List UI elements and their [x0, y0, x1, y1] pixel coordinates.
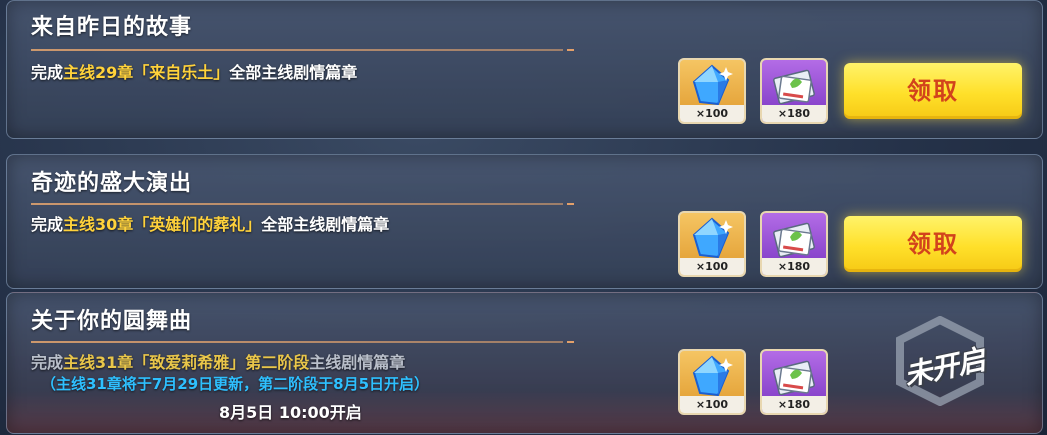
- quest-description: 完成主线29章「来自乐土」全部主线剧情篇章: [31, 63, 358, 82]
- quest-description: 完成主线30章「英雄们的葬礼」全部主线剧情篇章: [31, 215, 390, 234]
- crystal-icon: [692, 217, 733, 259]
- reward-crystal[interactable]: ×100: [678, 349, 746, 415]
- quest-title: 关于你的圆舞曲: [31, 309, 193, 334]
- update-note: （主线31章将于7月29日更新，第二阶段于8月5日开启）: [41, 375, 430, 393]
- divider: [31, 49, 563, 51]
- reward-crystal[interactable]: ×100: [678, 211, 746, 277]
- divider-dot: [567, 341, 574, 343]
- divider-dot: [567, 203, 574, 205]
- quest-description: 完成主线31章「致爱莉希雅」第二阶段主线剧情篇章: [31, 353, 406, 372]
- reward-quantity: ×100: [680, 105, 744, 122]
- reward-ticket[interactable]: ×180: [760, 211, 828, 277]
- reward-quantity: ×100: [680, 258, 744, 275]
- ticket-icon: [773, 222, 815, 258]
- locked-badge: 未开启: [885, 316, 995, 406]
- claim-button[interactable]: 领取: [844, 216, 1022, 272]
- crystal-icon: [692, 355, 733, 397]
- reward-quantity: ×100: [680, 396, 744, 413]
- reward-quantity: ×180: [762, 258, 826, 275]
- reward-ticket[interactable]: ×180: [760, 58, 828, 124]
- divider-dot: [567, 49, 574, 51]
- crystal-icon: [692, 64, 733, 106]
- reward-ticket[interactable]: ×180: [760, 349, 828, 415]
- divider: [31, 341, 563, 343]
- ticket-icon: [773, 360, 815, 396]
- reward-quantity: ×180: [762, 105, 826, 122]
- quest-title: 奇迹的盛大演出: [31, 171, 193, 196]
- open-time: 8月5日 10:00开启: [219, 403, 362, 422]
- ticket-icon: [773, 69, 815, 105]
- claim-button[interactable]: 领取: [844, 63, 1022, 119]
- reward-quantity: ×180: [762, 396, 826, 413]
- reward-crystal[interactable]: ×100: [678, 58, 746, 124]
- quest-title: 来自昨日的故事: [31, 15, 193, 40]
- divider: [31, 203, 563, 205]
